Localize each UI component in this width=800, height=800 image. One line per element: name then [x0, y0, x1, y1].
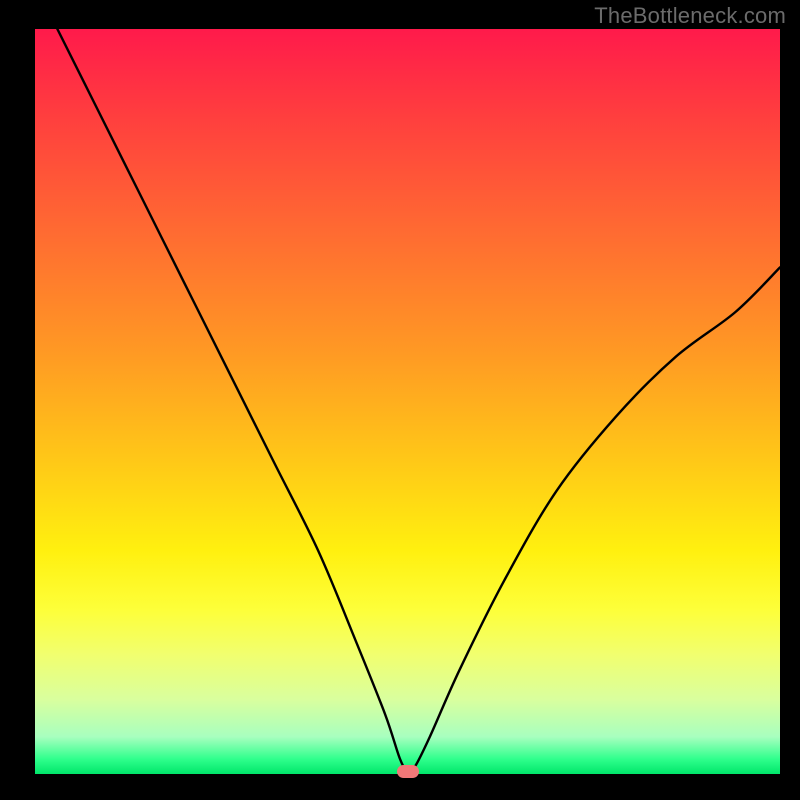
- curve-svg: [35, 29, 780, 774]
- watermark-text: TheBottleneck.com: [594, 3, 786, 29]
- chart-frame: TheBottleneck.com: [0, 0, 800, 800]
- bottleneck-curve: [57, 29, 780, 771]
- plot-area: [35, 29, 780, 774]
- min-marker: [397, 765, 419, 778]
